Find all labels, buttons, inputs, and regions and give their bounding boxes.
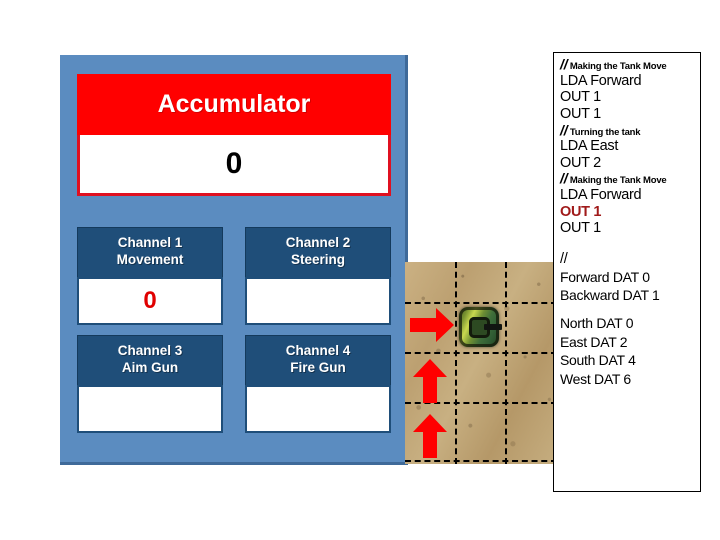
grid-line-horizontal	[405, 352, 557, 354]
tank-map	[405, 262, 557, 464]
arrow-up-icon	[413, 414, 447, 458]
code-instruction[interactable]: OUT 1	[560, 89, 700, 106]
channel-3-name: Channel 3	[117, 342, 183, 358]
channel-2-name: Channel 2	[285, 235, 351, 250]
channel-2-role: Steering	[290, 251, 345, 267]
comment-slashes: //	[560, 121, 568, 138]
legend-item: North DAT 0	[560, 315, 634, 332]
channel-grid: Channel 1 Movement 0 Channel 2 Steering …	[77, 227, 391, 433]
grid-line-horizontal	[405, 302, 557, 304]
grid-line-vertical	[455, 262, 457, 464]
channel-4-name: Channel 4	[285, 342, 351, 358]
channel-card-3: Channel 3 Aim Gun	[77, 334, 223, 433]
channel-1-header: Channel 1 Movement	[77, 227, 223, 277]
accumulator-title: Accumulator	[77, 74, 391, 135]
legend-item: Forward DAT 0	[560, 268, 650, 285]
channel-card-2: Channel 2 Steering	[245, 227, 391, 325]
tank-barrel	[484, 324, 502, 330]
code-comment-line: // Turning the tank	[560, 121, 700, 139]
legend-item: South DAT 4	[560, 352, 636, 369]
arrow-right-icon	[410, 308, 454, 342]
grid-line-horizontal	[405, 460, 557, 462]
channel-2-header: Channel 2 Steering	[245, 227, 391, 277]
code-instruction-highlighted[interactable]: OUT 1	[560, 204, 700, 221]
accumulator-value-box[interactable]: 0	[77, 135, 391, 196]
accumulator-value: 0	[225, 147, 243, 180]
comment-slashes: //	[560, 56, 568, 72]
channel-card-1: Channel 1 Movement 0	[77, 227, 223, 325]
code-instruction[interactable]: OUT 1	[560, 220, 700, 237]
channel-card-4: Channel 4 Fire Gun	[245, 334, 391, 433]
legend-item: East DAT 2	[560, 333, 628, 350]
comment-slashes: //	[560, 170, 568, 187]
code-instruction[interactable]: OUT 1	[560, 106, 700, 123]
channel-3-role: Aim Gun	[121, 359, 179, 375]
tank-icon	[457, 305, 502, 349]
comment-text: Turning the tank	[569, 126, 641, 138]
channel-2-value-box[interactable]	[245, 276, 391, 325]
legend-item: West DAT 6	[560, 370, 631, 387]
legend-block: // Forward DAT 0 Backward DAT 1 North DA…	[560, 251, 700, 388]
code-instruction[interactable]: OUT 2	[560, 155, 700, 172]
code-instruction[interactable]: LDA Forward	[560, 73, 700, 90]
code-instruction[interactable]: LDA Forward	[560, 187, 700, 204]
code-instruction[interactable]: LDA East	[560, 138, 700, 155]
channel-3-value-box[interactable]	[77, 384, 223, 433]
legend-spacer	[560, 304, 700, 314]
comment-text: Making the Tank Move	[569, 175, 667, 187]
comment-text: Making the Tank Move	[569, 61, 667, 72]
accumulator-block: Accumulator 0	[77, 74, 391, 196]
code-comment-line: // Making the Tank Move	[560, 56, 700, 73]
channel-4-header: Channel 4 Fire Gun	[245, 334, 391, 385]
legend-marker: //	[560, 250, 568, 267]
arrow-up-icon	[413, 359, 447, 403]
simulator-panel: Accumulator 0 Channel 1 Movement 0 Chann…	[60, 55, 408, 465]
channel-1-role: Movement	[116, 251, 184, 267]
channel-3-header: Channel 3 Aim Gun	[77, 334, 223, 385]
code-listing-panel: // Making the Tank Move LDA Forward OUT …	[553, 52, 701, 492]
channel-4-value-box[interactable]	[245, 384, 391, 433]
channel-1-value-box[interactable]: 0	[77, 276, 223, 325]
channel-4-role: Fire Gun	[290, 359, 346, 375]
channel-1-value: 0	[143, 286, 157, 314]
code-comment-line: // Making the Tank Move	[560, 171, 700, 187]
legend-item: Backward DAT 1	[560, 286, 660, 303]
grid-line-vertical	[505, 262, 507, 464]
channel-1-name: Channel 1	[117, 235, 183, 250]
